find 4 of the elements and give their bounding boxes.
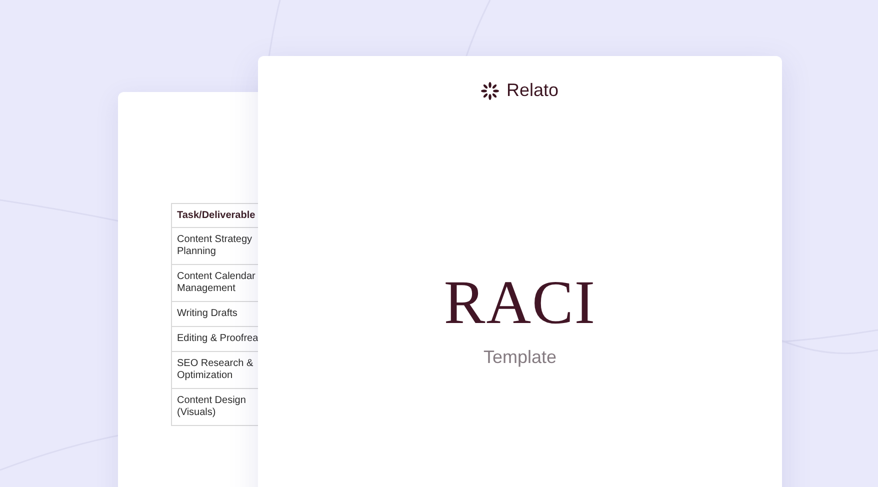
cover-subtitle: Template — [483, 347, 557, 368]
logo-text: Relato — [506, 80, 559, 101]
logo-icon — [481, 82, 500, 100]
cover-title: RACI — [444, 271, 596, 335]
